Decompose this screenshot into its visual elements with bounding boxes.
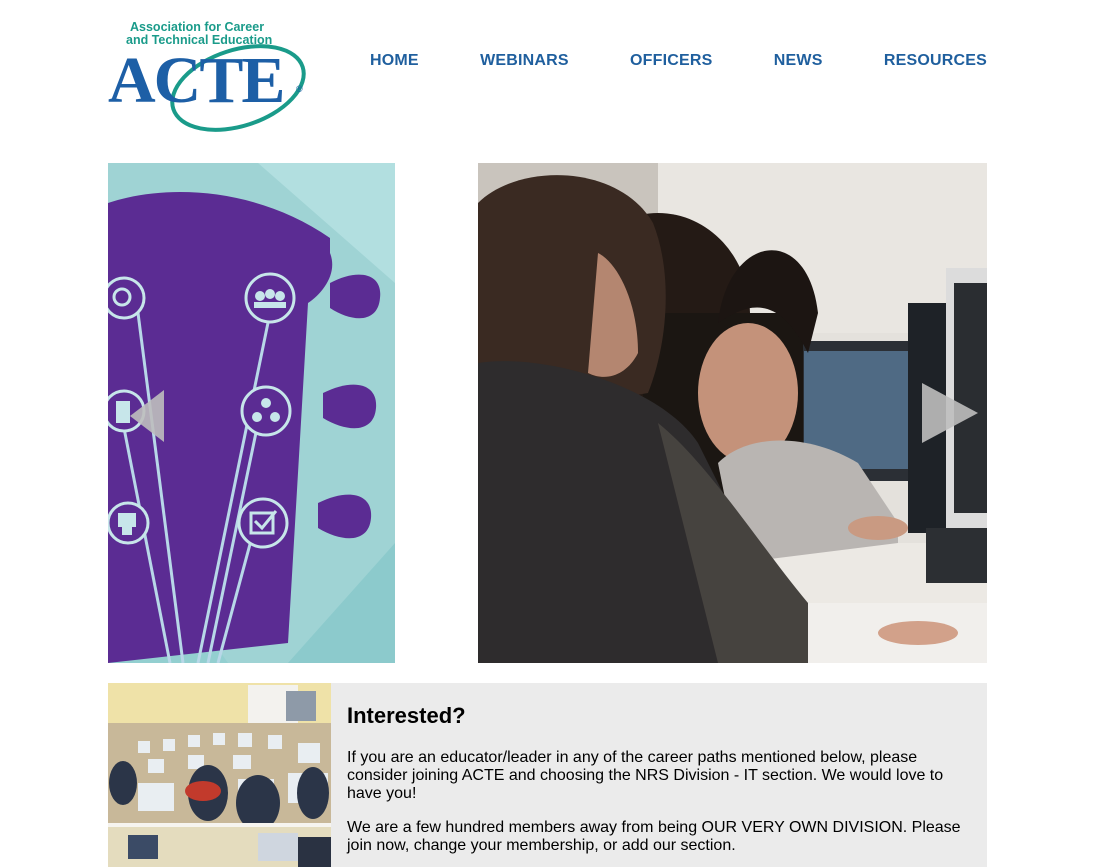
students-at-computers-photo — [478, 163, 987, 663]
logo-line-1: Association for Career — [130, 20, 265, 34]
classroom-photo — [108, 683, 331, 867]
interested-paragraph-2: We are a few hundred members away from b… — [347, 819, 961, 854]
main-nav: HOME WEBINARS OFFICERS NEWS RESOURCES — [370, 52, 987, 70]
nav-webinars[interactable]: WEBINARS — [480, 52, 569, 70]
logo-registered-mark: ® — [296, 84, 303, 94]
nav-home[interactable]: HOME — [370, 52, 419, 70]
nav-officers[interactable]: OFFICERS — [630, 52, 713, 70]
interested-title: Interested? — [347, 703, 466, 728]
interested-paragraph-1: If you are an educator/leader in any of … — [347, 749, 944, 802]
interested-section: Interested? If you are an educator/leade… — [108, 683, 987, 867]
acte-logo[interactable]: Association for Career and Technical Edu… — [108, 18, 308, 134]
slider-next-button[interactable] — [922, 383, 978, 443]
nav-news[interactable]: NEWS — [774, 52, 823, 70]
slider-prev-button[interactable] — [130, 390, 164, 442]
interested-text: Interested? If you are an educator/leade… — [347, 703, 967, 867]
slide-students-photo — [478, 163, 987, 663]
classroom-computer-lab-photo — [108, 683, 331, 867]
logo-name: ACTE — [108, 44, 285, 117]
nav-resources[interactable]: RESOURCES — [884, 52, 987, 70]
